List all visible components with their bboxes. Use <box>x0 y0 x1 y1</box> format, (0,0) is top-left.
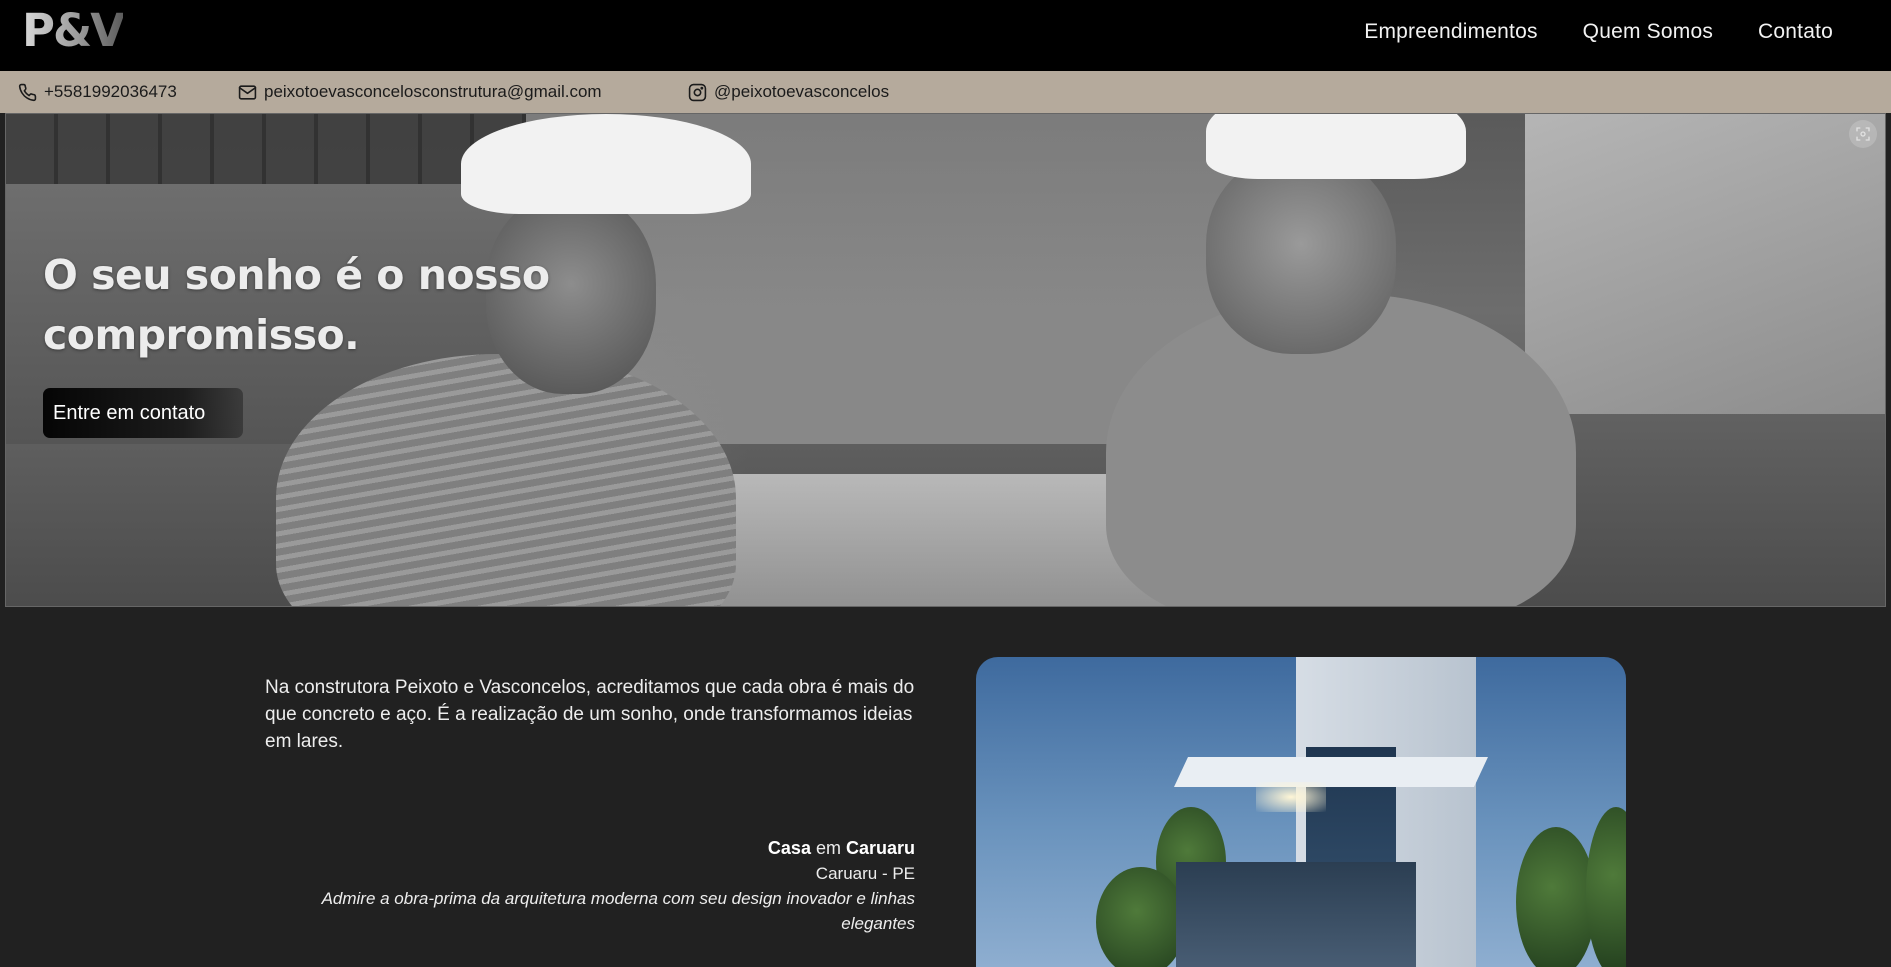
site-header: P&V Empreendimentos Quem Somos Contato <box>0 0 1891 71</box>
project-title-type: Casa <box>767 838 811 858</box>
contact-bar: +5581992036473 peixotoevasconcelosconstr… <box>0 71 1891 113</box>
project-title: Casa em Caruaru <box>265 835 915 861</box>
logo[interactable]: P&V <box>22 8 134 54</box>
phone-contact[interactable]: +5581992036473 <box>18 71 177 113</box>
hero-section: O seu sonho é o nosso compromisso. Entre… <box>5 113 1886 607</box>
building-light <box>1256 782 1326 812</box>
project-title-connector: em <box>810 838 846 858</box>
building-overhang <box>1174 757 1488 787</box>
nav-contato[interactable]: Contato <box>1758 20 1833 44</box>
hero-title: O seu sonho é o nosso compromisso. <box>43 251 550 359</box>
nav-quem-somos[interactable]: Quem Somos <box>1583 20 1713 44</box>
project-title-city: Caruaru <box>845 838 915 858</box>
hero-photo-wall <box>6 114 526 184</box>
tree-left-2 <box>1096 867 1186 967</box>
main-nav: Empreendimentos Quem Somos Contato <box>1364 20 1833 44</box>
hero-photo-sofa <box>1525 114 1885 414</box>
nav-empreendimentos[interactable]: Empreendimentos <box>1364 20 1537 44</box>
email-contact[interactable]: peixotoevasconcelosconstrutura@gmail.com <box>238 71 602 113</box>
tree-right-2 <box>1586 807 1626 967</box>
project-info: Casa em Caruaru Caruaru - PE Admire a ob… <box>265 835 915 936</box>
phone-icon <box>18 83 37 101</box>
intro-text: Na construtora Peixoto e Vasconcelos, ac… <box>265 677 915 752</box>
email-text: peixotoevasconcelosconstrutura@gmail.com <box>264 82 602 101</box>
instagram-icon <box>688 83 707 101</box>
project-image[interactable] <box>976 657 1626 967</box>
building-lower-floor <box>1176 862 1416 967</box>
instagram-text: @peixotoevasconcelos <box>714 82 890 101</box>
contact-cta-button[interactable]: Entre em contato <box>43 388 243 438</box>
instagram-contact[interactable]: @peixotoevasconcelos <box>688 71 889 113</box>
hero-photo-person-right-head <box>1206 154 1396 354</box>
mail-icon <box>238 84 257 100</box>
hero-photo-hardhat-right <box>1206 114 1466 179</box>
hero-photo-hardhat-left <box>461 114 751 214</box>
logo-text: P&V <box>22 4 125 57</box>
tree-right <box>1516 827 1596 967</box>
project-location: Caruaru - PE <box>815 864 915 883</box>
phone-text: +5581992036473 <box>44 82 177 101</box>
expand-icon[interactable] <box>1849 120 1877 148</box>
project-description: Admire a obra-prima da arquitetura moder… <box>321 889 915 933</box>
